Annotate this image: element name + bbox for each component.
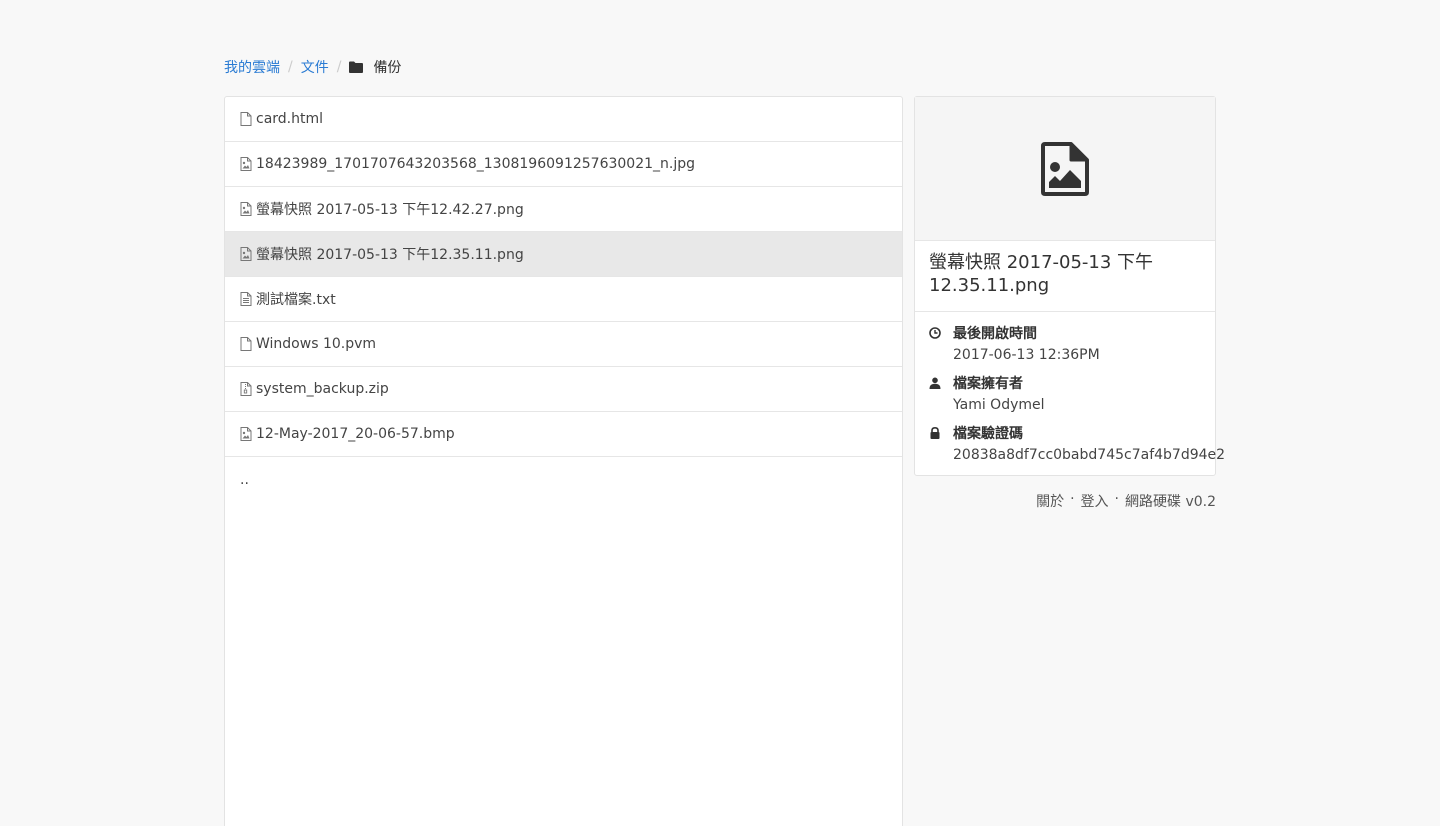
user-icon <box>929 374 953 416</box>
checksum-value: 20838a8df7cc0babd745c7af4b7d94e2 <box>953 447 1226 463</box>
clock-icon <box>929 324 953 366</box>
file-name: 螢幕快照 2017-05-13 下午12.42.27.png <box>256 202 524 218</box>
breadcrumb-current: 備份 <box>349 57 401 77</box>
checksum-label: 檔案驗證碼 <box>953 426 1023 442</box>
file-name: system_backup.zip <box>256 381 389 397</box>
last-opened-label: 最後開啟時間 <box>953 326 1037 342</box>
app-brand: 網路硬碟 v0.2 <box>1125 494 1216 510</box>
lock-icon <box>929 424 953 466</box>
file-metadata: 最後開啟時間 2017-06-13 12:36PM 檔案擁有者 Yami Ody… <box>915 312 1225 466</box>
footer-separator: · <box>1070 491 1075 507</box>
text-file-icon <box>240 292 252 306</box>
file-name: 12-May-2017_20-06-57.bmp <box>256 426 455 442</box>
breadcrumb-current-label: 備份 <box>373 60 402 76</box>
parent-directory-label: .. <box>240 471 249 488</box>
breadcrumb: 我的雲端 / 文件 / 備份 <box>224 57 401 77</box>
file-row[interactable]: 螢幕快照 2017-05-13 下午12.42.27.png <box>225 187 902 232</box>
footer-separator: · <box>1114 491 1119 507</box>
archive-file-icon <box>240 382 252 396</box>
file-row[interactable]: 12-May-2017_20-06-57.bmp <box>225 412 902 457</box>
breadcrumb-separator: / <box>336 59 342 75</box>
file-row[interactable]: 測試檔案.txt <box>225 277 902 322</box>
image-file-icon <box>240 157 252 171</box>
breadcrumb-documents[interactable]: 文件 <box>301 57 329 77</box>
file-row[interactable]: 螢幕快照 2017-05-13 下午12.35.11.png <box>225 232 902 277</box>
file-row[interactable]: 18423989_1701707643203568_13081960912576… <box>225 142 902 187</box>
file-preview <box>915 97 1215 241</box>
file-row[interactable]: system_backup.zip <box>225 367 902 412</box>
footer: 關於 · 登入 · 網路硬碟 v0.2 <box>1036 491 1216 511</box>
owner-label: 檔案擁有者 <box>953 376 1023 392</box>
meta-owner: 檔案擁有者 Yami Odymel <box>929 374 1201 416</box>
file-list: card.html 18423989_1701707643203568_13081… <box>224 96 903 826</box>
owner-value: Yami Odymel <box>953 397 1045 413</box>
image-file-icon <box>240 427 252 441</box>
meta-last-opened: 最後開啟時間 2017-06-13 12:36PM <box>929 324 1201 366</box>
file-icon <box>240 337 252 351</box>
breadcrumb-my-cloud[interactable]: 我的雲端 <box>224 57 280 77</box>
image-file-icon <box>240 202 252 216</box>
file-name: 螢幕快照 2017-05-13 下午12.35.11.png <box>256 247 524 263</box>
breadcrumb-separator: / <box>288 59 293 75</box>
file-detail-panel: 螢幕快照 2017-05-13 下午12.35.11.png 最後開啟時間 20… <box>914 96 1225 476</box>
last-opened-value: 2017-06-13 12:36PM <box>953 347 1100 363</box>
file-row[interactable]: Windows 10.pvm <box>225 322 902 367</box>
about-link[interactable]: 關於 <box>1036 491 1064 511</box>
folder-icon <box>349 61 364 73</box>
file-name: Windows 10.pvm <box>256 336 377 352</box>
file-detail-title: 螢幕快照 2017-05-13 下午12.35.11.png <box>915 241 1215 312</box>
image-file-icon <box>240 247 252 261</box>
file-name: 18423989_1701707643203568_13081960912576… <box>256 156 695 172</box>
file-row[interactable]: card.html <box>225 97 902 142</box>
file-name: 測試檔案.txt <box>256 292 336 308</box>
parent-directory-row[interactable]: .. <box>225 457 902 502</box>
image-file-icon <box>1041 141 1089 196</box>
login-link[interactable]: 登入 <box>1081 491 1109 511</box>
meta-checksum: 檔案驗證碼 20838a8df7cc0babd745c7af4b7d94e2 <box>929 424 1225 466</box>
file-icon <box>240 112 252 126</box>
file-name: card.html <box>256 111 324 127</box>
